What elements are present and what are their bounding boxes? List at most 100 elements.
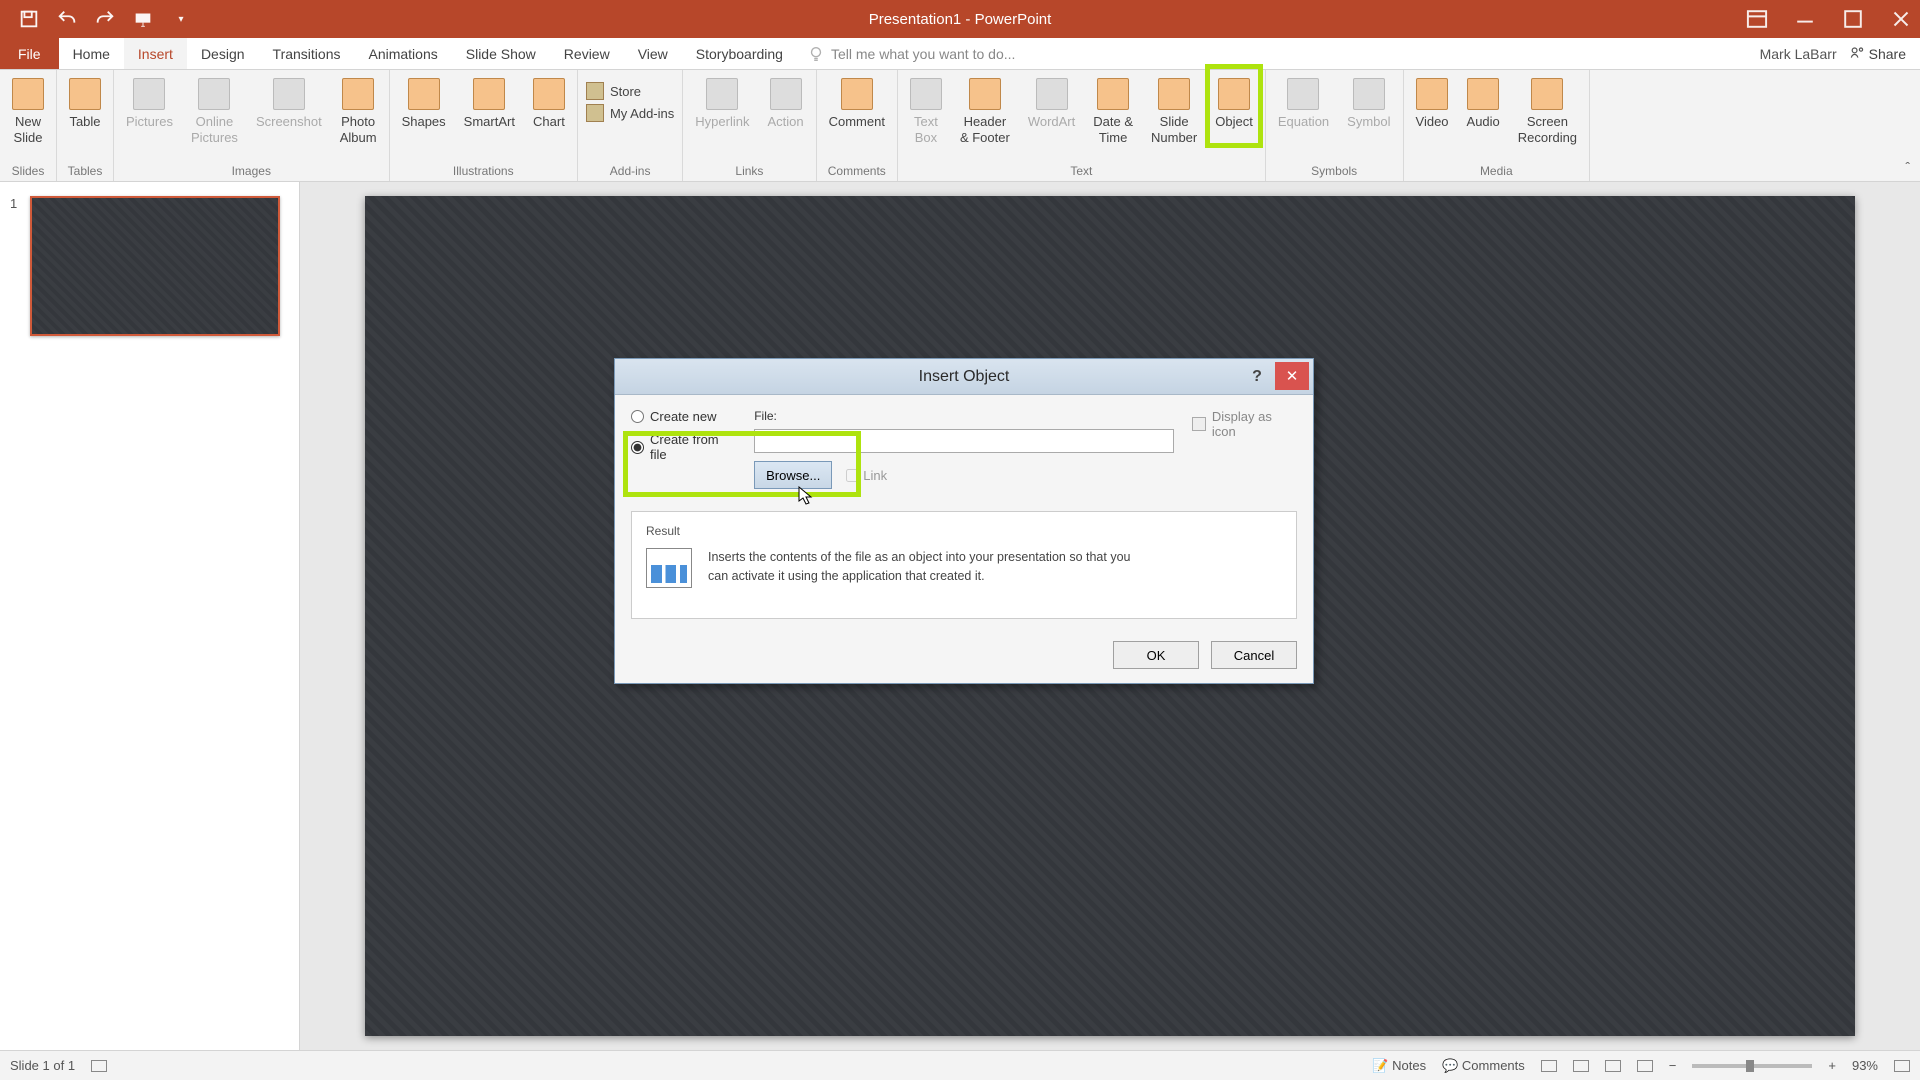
online-pictures-label: Online Pictures [191,114,238,145]
text-box-button[interactable]: Text Box [906,74,946,149]
group-tables-label: Tables [68,161,103,181]
display-as-icon-checkbox[interactable]: Display as icon [1192,409,1297,439]
screen-recording-label: Screen Recording [1518,114,1577,145]
tab-view[interactable]: View [624,38,682,69]
audio-button[interactable]: Audio [1463,74,1504,134]
equation-button[interactable]: Equation [1274,74,1333,134]
slide-number: 1 [10,196,22,336]
radio-create-from-file-label: Create from file [650,432,736,462]
radio-create-new[interactable]: Create new [631,409,736,424]
file-path-input[interactable] [754,429,1174,453]
screenshot-button[interactable]: Screenshot [252,74,326,134]
screen-recording-button[interactable]: Screen Recording [1514,74,1581,149]
zoom-slider[interactable] [1692,1064,1812,1068]
maximize-icon[interactable] [1840,9,1866,29]
title-bar: ▾ Presentation1 - PowerPoint [0,0,1920,38]
comments-label: Comments [1462,1058,1525,1073]
reading-view-icon[interactable] [1605,1060,1621,1072]
normal-view-icon[interactable] [1541,1060,1557,1072]
cancel-button[interactable]: Cancel [1211,641,1297,669]
group-media-label: Media [1480,161,1513,181]
slide-number-button[interactable]: Slide Number [1147,74,1201,149]
photo-album-button[interactable]: Photo Album [336,74,381,149]
minimize-icon[interactable] [1792,9,1818,29]
comment-button[interactable]: Comment [825,74,889,134]
new-slide-button[interactable]: New Slide [8,74,48,149]
dialog-title-bar[interactable]: Insert Object ? ✕ [615,359,1313,395]
symbol-button[interactable]: Symbol [1343,74,1394,134]
group-links-label: Links [735,161,763,181]
qat-customize-icon[interactable]: ▾ [170,8,192,30]
slide-thumbnail-pane[interactable]: 1 [0,182,300,1050]
group-images-label: Images [232,161,271,181]
insert-object-dialog: Insert Object ? ✕ Create new Create from… [614,358,1314,684]
tab-file[interactable]: File [0,38,59,69]
group-comments-label: Comments [828,161,886,181]
shapes-button[interactable]: Shapes [398,74,450,134]
date-time-button[interactable]: Date & Time [1089,74,1137,149]
zoom-in-icon[interactable]: + [1828,1058,1836,1073]
comments-button[interactable]: 💬 Comments [1442,1058,1525,1074]
header-footer-button[interactable]: Header & Footer [956,74,1014,149]
link-checkbox[interactable]: Link [846,468,887,483]
window-title: Presentation1 - PowerPoint [869,11,1052,28]
store-button[interactable]: Store [586,82,674,100]
undo-icon[interactable] [56,8,78,30]
tab-design[interactable]: Design [187,38,259,69]
start-slideshow-icon[interactable] [132,8,154,30]
wordart-label: WordArt [1028,114,1075,130]
collapse-ribbon-icon[interactable]: ˆ [1905,159,1910,175]
lightbulb-icon [807,45,825,63]
hyperlink-button[interactable]: Hyperlink [691,74,753,134]
tell-me-search[interactable]: Tell me what you want to do... [807,38,1015,69]
group-illustrations-label: Illustrations [453,161,514,181]
comment-label: Comment [829,114,885,130]
slideshow-view-icon[interactable] [1637,1060,1653,1072]
store-label: Store [610,84,641,99]
tab-animations[interactable]: Animations [354,38,451,69]
tab-home[interactable]: Home [59,38,124,69]
signed-in-user[interactable]: Mark LaBarr [1760,46,1837,62]
action-button[interactable]: Action [763,74,807,134]
zoom-level[interactable]: 93% [1852,1058,1878,1073]
tab-insert[interactable]: Insert [124,38,187,69]
notes-button[interactable]: 📝 Notes [1372,1058,1426,1074]
object-button[interactable]: Object [1211,74,1257,134]
tab-slideshow[interactable]: Slide Show [452,38,550,69]
spell-check-icon[interactable] [91,1060,107,1072]
ribbon-display-icon[interactable] [1744,9,1770,29]
pictures-label: Pictures [126,114,173,130]
slide-sorter-icon[interactable] [1573,1060,1589,1072]
slide-thumbnail-1[interactable] [30,196,280,336]
my-addins-button[interactable]: My Add-ins [586,104,674,122]
zoom-out-icon[interactable]: − [1669,1058,1677,1073]
insert-object-dialog-container: Insert Object ? ✕ Create new Create from… [614,358,1314,684]
status-bar: Slide 1 of 1 📝 Notes 💬 Comments − + 93% [0,1050,1920,1080]
fit-to-window-icon[interactable] [1894,1060,1910,1072]
tab-review[interactable]: Review [550,38,624,69]
table-button[interactable]: Table [65,74,105,134]
browse-button[interactable]: Browse... [754,461,832,489]
screenshot-label: Screenshot [256,114,322,130]
chart-button[interactable]: Chart [529,74,569,134]
pictures-button[interactable]: Pictures [122,74,177,134]
smartart-button[interactable]: SmartArt [460,74,519,134]
slide-indicator[interactable]: Slide 1 of 1 [10,1058,75,1073]
tab-transitions[interactable]: Transitions [259,38,355,69]
result-description: Inserts the contents of the file as an o… [708,548,1138,586]
dialog-help-icon[interactable]: ? [1243,368,1271,386]
hyperlink-label: Hyperlink [695,114,749,130]
share-button[interactable]: Share [1849,44,1906,63]
radio-create-from-file[interactable]: Create from file [631,432,736,462]
tab-storyboarding[interactable]: Storyboarding [682,38,797,69]
close-window-icon[interactable] [1888,9,1914,29]
redo-icon[interactable] [94,8,116,30]
ok-button[interactable]: OK [1113,641,1199,669]
text-box-label: Text Box [914,114,938,145]
dialog-close-icon[interactable]: ✕ [1275,362,1309,390]
wordart-button[interactable]: WordArt [1024,74,1079,134]
checkbox-icon [1192,417,1206,431]
online-pictures-button[interactable]: Online Pictures [187,74,242,149]
save-icon[interactable] [18,8,40,30]
video-button[interactable]: Video [1412,74,1453,134]
